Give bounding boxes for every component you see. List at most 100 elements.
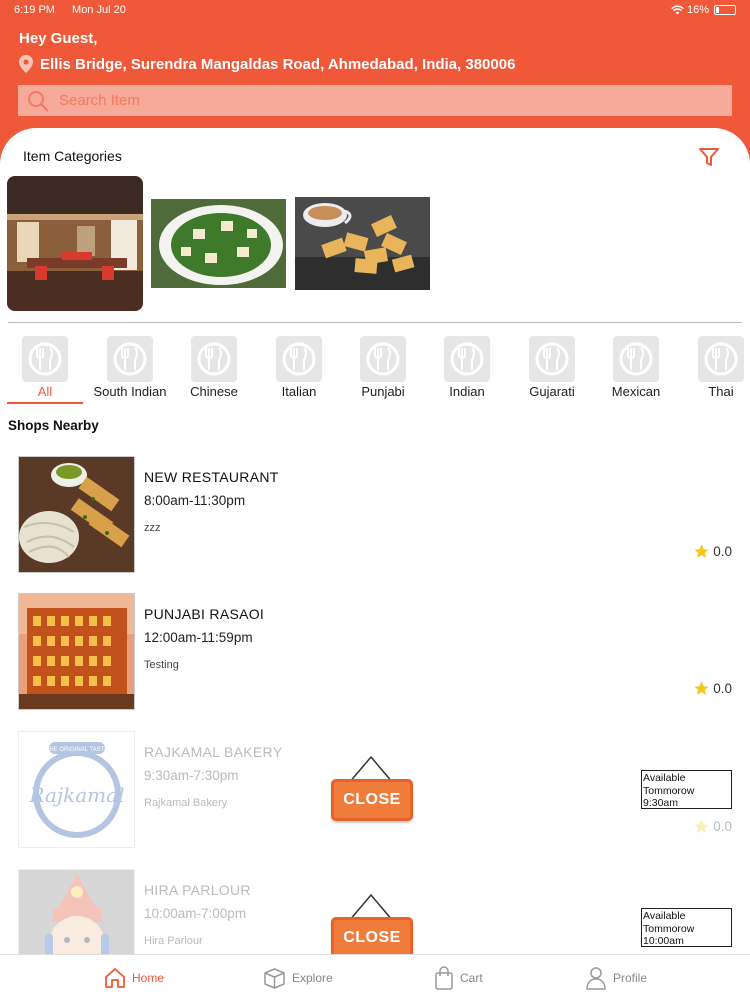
shop-hours: 8:00am-11:30pm [144,493,246,508]
cutlery-icon [444,336,490,382]
chip-mexican[interactable]: Mexican [598,334,674,400]
shop-description: Rajkamal Bakery [144,797,228,809]
chip-label: South Indian [93,384,167,399]
shop-rating: 0.0 [693,818,732,835]
shop-description: Testing [144,659,179,671]
chip-label: Chinese [190,384,238,399]
chip-thai[interactable]: Thai [683,334,750,400]
category-image-palak-paneer[interactable] [151,199,286,288]
main-content: Item Categories All South Indian Chinese… [0,128,750,954]
shop-rating: 0.0 [693,680,732,697]
cutlery-icon [529,336,575,382]
chip-south-indian[interactable]: South Indian [92,334,168,400]
rating-value: 0.0 [713,544,732,559]
chip-indian[interactable]: Indian [429,334,505,400]
categories-title: Item Categories [23,148,122,164]
availability-line: Available [643,772,686,784]
battery-level [716,7,719,13]
cutlery-icon [360,336,406,382]
battery-percent: 16% [686,4,709,16]
shop-description: Hira Parlour [144,935,203,947]
tab-cart[interactable]: Cart [434,955,483,1001]
star-icon [694,819,709,833]
tab-label: Explore [292,971,333,985]
tab-label: Cart [460,971,483,985]
cuisine-filter-list: All South Indian Chinese Italian Punjabi… [0,334,750,404]
chip-gujarati[interactable]: Gujarati [514,334,590,400]
cutlery-icon [107,336,153,382]
closed-sign: CLOSE [331,893,415,954]
shop-rating: 0.0 [693,543,732,560]
cutlery-icon [22,336,68,382]
status-time: 6:19 PM [14,4,55,16]
chip-label: Italian [281,384,317,399]
rating-value: 0.0 [713,681,732,696]
chip-chinese[interactable]: Chinese [176,334,252,400]
shop-name: HIRA PARLOUR [144,882,251,898]
availability-line: Available [643,910,686,922]
logo-tagline: THE ORIGINAL TASTE [46,747,109,753]
tab-explore[interactable]: Explore [263,955,333,1001]
availability-line: 10:00am [643,935,684,947]
user-icon [586,967,606,990]
star-icon [694,544,709,558]
closed-sign: CLOSE [331,755,415,827]
shop-hours: 9:30am-7:30pm [144,768,239,783]
chip-label: Thai [708,384,734,399]
greeting: Hey Guest, [19,30,98,47]
shop-thumbnail: Rajkamal THE ORIGINAL TASTE [18,731,135,848]
search-input[interactable] [59,92,659,109]
cutlery-icon [698,336,744,382]
location-pin-icon [19,55,33,73]
category-image-restaurant[interactable] [7,176,143,311]
tab-label: Profile [613,971,648,985]
cutlery-icon [276,336,322,382]
cutlery-icon [613,336,659,382]
search-bar[interactable] [18,85,732,116]
box-icon [264,967,285,989]
cutlery-icon [191,336,237,382]
chip-label: Indian [449,384,485,399]
chip-italian[interactable]: Italian [261,334,337,400]
tab-home[interactable]: Home [104,955,164,1001]
home-icon [105,968,125,988]
shop-thumbnail [18,869,135,954]
shop-thumbnail [18,456,135,573]
shop-name: RAJKAMAL BAKERY [144,744,283,760]
chip-all[interactable]: All [7,334,83,404]
availability-box: Available Tommorow 9:30am [641,770,732,809]
closed-sign-label: CLOSE [343,791,401,808]
shop-thumbnail [18,593,135,710]
chip-label: Mexican [611,384,661,399]
filter-icon[interactable] [698,146,720,168]
address-text: Ellis Bridge, Surendra Mangaldas Road, A… [40,55,516,73]
chip-punjabi[interactable]: Punjabi [345,334,421,400]
shop-name: PUNJABI RASAOI [144,606,265,622]
shop-card-rajkamal-bakery[interactable]: Rajkamal THE ORIGINAL TASTE RAJKAMAL BAK… [18,731,732,849]
shop-hours: 12:00am-11:59pm [144,630,253,645]
chip-label: All [37,384,53,399]
shops-nearby-title: Shops Nearby [8,418,99,433]
address-selector[interactable]: Ellis Bridge, Surendra Mangaldas Road, A… [19,55,515,73]
rating-value: 0.0 [713,819,732,834]
status-bar: 6:19 PM Mon Jul 20 16% [14,4,736,20]
tab-profile[interactable]: Profile [585,955,647,1001]
section-divider [8,322,742,323]
tab-label: Home [132,971,165,985]
shop-card-hira-parlour[interactable]: HIRA PARLOUR 10:00am-7:00pm Hira Parlour… [18,869,732,954]
battery-icon [714,5,736,15]
star-icon [694,681,709,695]
availability-box: Available Tommorow 10:00am [641,908,732,947]
shop-hours: 10:00am-7:00pm [144,906,247,921]
category-image-khari-tea[interactable] [295,197,430,290]
chip-label: Gujarati [529,384,575,399]
availability-line: Tommorow [643,784,695,797]
shop-name: NEW RESTAURANT [144,469,279,485]
chip-label: Punjabi [361,384,405,399]
search-icon [28,90,49,112]
shop-card-new-restaurant[interactable]: NEW RESTAURANT 8:00am-11:30pm zzz 0.0 [18,456,732,574]
shop-card-punjabi-rasaoi[interactable]: PUNJABI RASAOI 12:00am-11:59pm Testing 0… [18,593,732,711]
shopping-bag-icon [435,966,453,990]
wifi-icon [671,5,684,15]
availability-line: Tommorow [643,922,695,935]
